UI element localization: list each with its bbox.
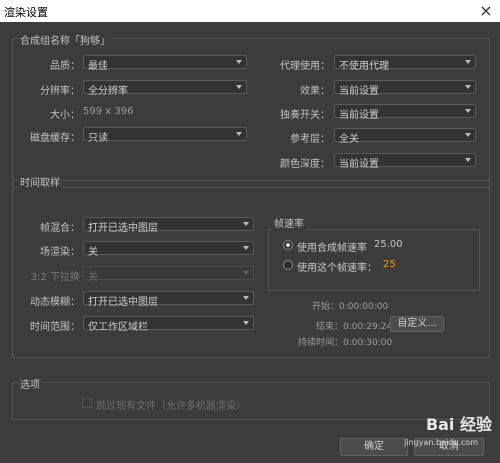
proxy-dropdown[interactable]: 不使用代理 bbox=[334, 55, 476, 72]
comp-frame-rate-value: 25.00 bbox=[374, 239, 403, 250]
disk-cache-dropdown[interactable]: 只读 bbox=[83, 127, 247, 144]
chevron-down-icon bbox=[465, 60, 471, 64]
proxy-value: 不使用代理 bbox=[339, 61, 389, 72]
disk-cache-label: 磁盘缓存： bbox=[30, 133, 80, 144]
this-frame-rate-value[interactable]: 25 bbox=[383, 259, 396, 270]
frame-blend-value: 打开已选中图层 bbox=[88, 223, 158, 234]
composition-group-title: 合成组名称「狗够」 bbox=[18, 32, 112, 47]
quality-value: 最佳 bbox=[88, 61, 108, 72]
watermark-logo: Bai 经验 bbox=[425, 415, 492, 434]
chevron-down-icon bbox=[243, 296, 249, 300]
chevron-down-icon bbox=[243, 222, 249, 226]
window-title: 渲染设置 bbox=[4, 6, 48, 19]
options-title: 选项 bbox=[18, 376, 42, 391]
chevron-down-icon bbox=[465, 158, 471, 162]
resolution-label: 分辨率： bbox=[40, 86, 80, 97]
chevron-down-icon bbox=[465, 85, 471, 89]
field-render-label: 场渲染： bbox=[40, 247, 80, 258]
solo-label: 独奏开关： bbox=[280, 110, 330, 121]
use-this-frame-rate-radio[interactable] bbox=[283, 260, 293, 270]
guide-layers-dropdown[interactable]: 全关 bbox=[334, 128, 476, 145]
time-sampling-title: 时间取样 bbox=[18, 174, 62, 189]
frame-blend-dropdown[interactable]: 打开已选中图层 bbox=[83, 217, 254, 234]
use-comp-frame-rate-label: 使用合成帧速率 bbox=[297, 243, 367, 254]
ok-button[interactable]: 确定 bbox=[340, 438, 408, 456]
chevron-down-icon bbox=[236, 85, 242, 89]
chevron-down-icon bbox=[243, 271, 249, 275]
chevron-down-icon bbox=[236, 132, 242, 136]
motion-blur-dropdown[interactable]: 打开已选中图层 bbox=[83, 291, 254, 308]
end-time: 结束：0:00:29:24 bbox=[316, 322, 393, 332]
color-depth-label: 颜色深度： bbox=[280, 159, 330, 170]
resolution-dropdown[interactable]: 全分辨率 bbox=[83, 80, 247, 97]
resolution-value: 全分辨率 bbox=[88, 86, 128, 97]
size-value: 599 x 396 bbox=[83, 106, 134, 117]
chevron-down-icon bbox=[243, 246, 249, 250]
start-time: 开始：0:00:00:00 bbox=[312, 302, 389, 312]
color-depth-dropdown[interactable]: 当前设置 bbox=[334, 153, 476, 170]
solo-dropdown[interactable]: 当前设置 bbox=[334, 104, 476, 121]
quality-label: 品质： bbox=[50, 61, 80, 72]
close-icon[interactable]: × bbox=[472, 0, 500, 22]
chevron-down-icon bbox=[465, 133, 471, 137]
render-settings-dialog: 合成组名称「狗够」 品质： 最佳 分辨率： 全分辨率 大小： 599 x 396… bbox=[0, 22, 500, 463]
use-comp-frame-rate-radio[interactable] bbox=[283, 240, 293, 250]
size-label: 大小： bbox=[50, 110, 80, 121]
frame-blend-label: 帧混合： bbox=[40, 223, 80, 234]
watermark-url: jingyan.baidu.com bbox=[404, 438, 478, 447]
quality-dropdown[interactable]: 最佳 bbox=[83, 55, 247, 72]
color-depth-value: 当前设置 bbox=[339, 159, 379, 170]
disk-cache-value: 只读 bbox=[88, 133, 108, 144]
chevron-down-icon bbox=[236, 60, 242, 64]
motion-blur-label: 动态模糊： bbox=[30, 297, 80, 308]
field-render-value: 关 bbox=[88, 247, 98, 258]
effects-label: 效果： bbox=[300, 86, 330, 97]
pulldown-dropdown: 关 bbox=[83, 266, 254, 283]
field-render-dropdown[interactable]: 关 bbox=[83, 241, 254, 258]
pulldown-label: 3:2 下拉换 bbox=[30, 272, 80, 283]
title-bar: 渲染设置 × bbox=[0, 0, 500, 23]
motion-blur-value: 打开已选中图层 bbox=[88, 297, 158, 308]
effects-dropdown[interactable]: 当前设置 bbox=[334, 80, 476, 97]
pulldown-value: 关 bbox=[88, 272, 98, 283]
duration-time: 持续时间：0:00:30:00 bbox=[298, 338, 393, 348]
time-span-value: 仅工作区域栏 bbox=[88, 322, 148, 333]
chevron-down-icon bbox=[243, 321, 249, 325]
time-span-label: 时间范围： bbox=[30, 322, 80, 333]
frame-rate-title: 帧速率 bbox=[272, 215, 306, 230]
solo-value: 当前设置 bbox=[339, 110, 379, 121]
skip-existing-checkbox bbox=[82, 398, 92, 408]
guide-layers-label: 参考层： bbox=[290, 134, 330, 145]
skip-existing-label: 跳过现有文件（允许多机器渲染） bbox=[96, 401, 246, 412]
time-span-dropdown[interactable]: 仅工作区域栏 bbox=[83, 316, 254, 333]
proxy-label: 代理使用： bbox=[280, 61, 330, 72]
guide-layers-value: 全关 bbox=[339, 134, 359, 145]
effects-value: 当前设置 bbox=[339, 86, 379, 97]
custom-time-button[interactable]: 自定义... bbox=[390, 316, 444, 332]
use-this-frame-rate-label: 使用这个帧速率： bbox=[297, 263, 377, 274]
chevron-down-icon bbox=[465, 109, 471, 113]
